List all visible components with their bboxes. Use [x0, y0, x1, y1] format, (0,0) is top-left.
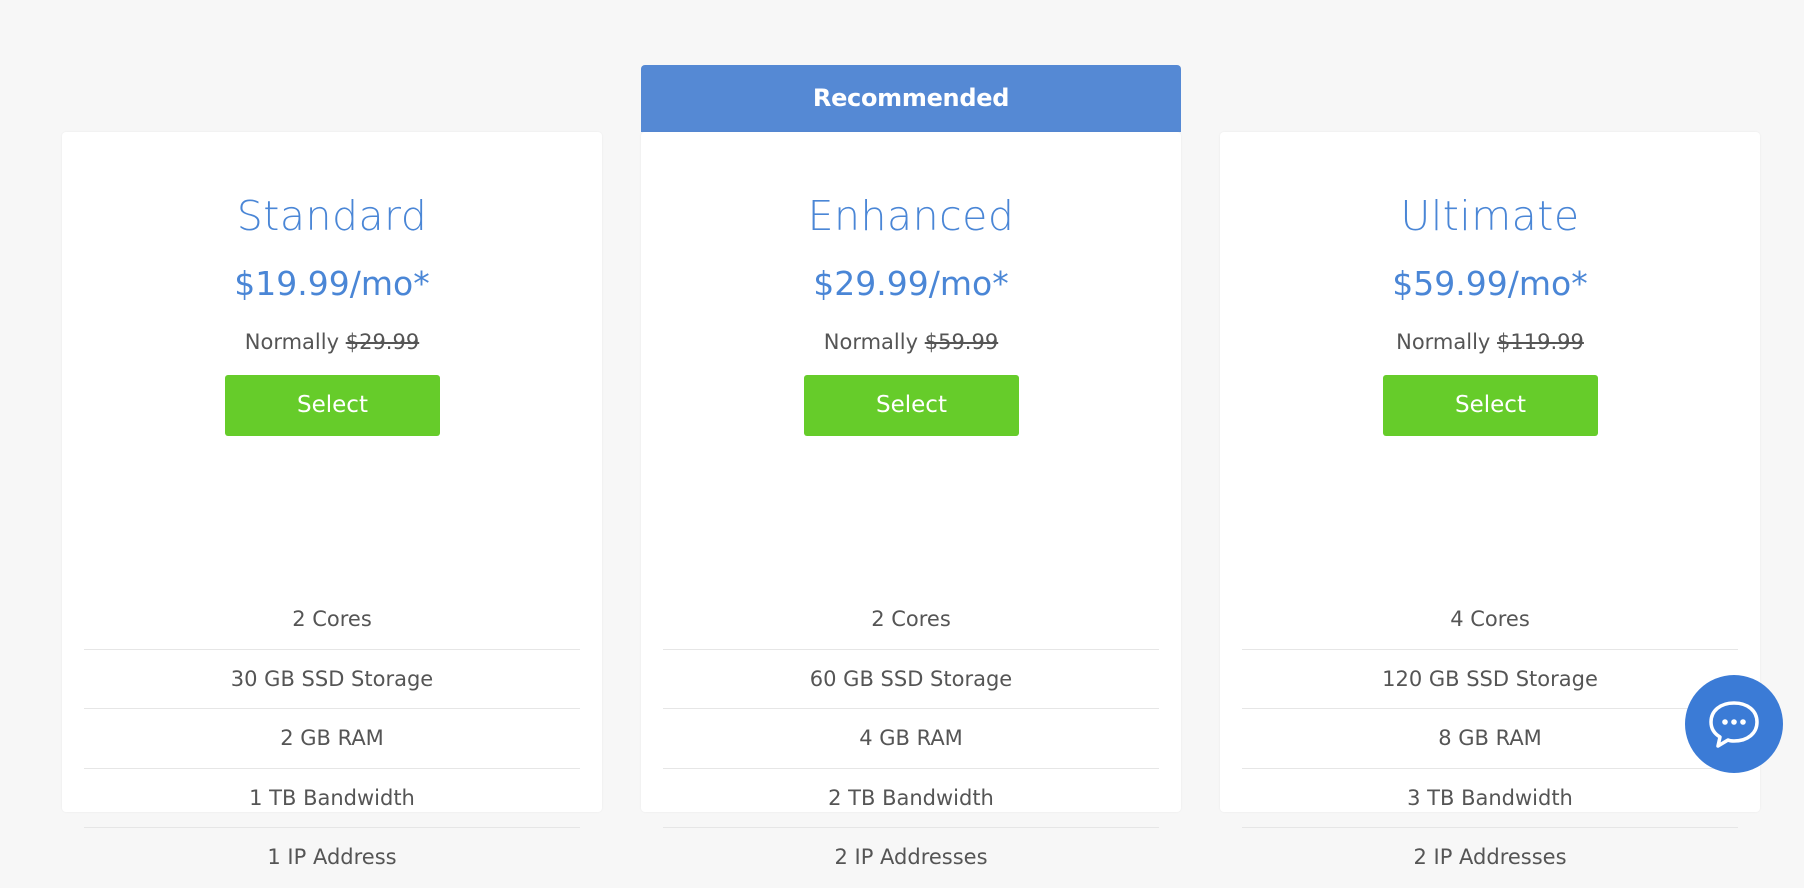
- plan-price: $19.99/mo*: [234, 264, 430, 303]
- feature-item: 2 IP Addresses: [1413, 845, 1567, 869]
- feature-list: 4 Cores 120 GB SSD Storage 8 GB RAM 3 TB…: [1242, 590, 1738, 888]
- feature-item: 2 GB RAM: [84, 709, 580, 769]
- chat-button[interactable]: [1685, 675, 1783, 773]
- feature-item: 60 GB SSD Storage: [663, 650, 1159, 709]
- plan-card-ultimate: Ultimate $59.99/mo* Normally $119.99 Sel…: [1220, 132, 1760, 869]
- recommended-banner: Recommended: [641, 65, 1181, 132]
- feature-item: 2 IP Addresses: [834, 845, 988, 869]
- plan-card-enhanced: Enhanced $29.99/mo* Normally $59.99 Sele…: [641, 132, 1181, 869]
- feature-item: 120 GB SSD Storage: [1242, 650, 1738, 709]
- plan-price: $59.99/mo*: [1392, 264, 1588, 303]
- plan-name: Standard: [236, 192, 428, 240]
- chat-bubble-icon: [1709, 701, 1759, 748]
- plan-card-standard: Standard $19.99/mo* Normally $29.99 Sele…: [62, 132, 602, 869]
- feature-item: 3 TB Bandwidth: [1242, 769, 1738, 828]
- feature-item: 1 IP Address: [267, 845, 397, 869]
- plan-normal-price: Normally $59.99: [641, 330, 1181, 354]
- feature-item: 30 GB SSD Storage: [84, 650, 580, 709]
- feature-item: 4 GB RAM: [663, 709, 1159, 769]
- feature-item: 2 TB Bandwidth: [663, 769, 1159, 828]
- pricing-plans: Recommended Standard $19.99/mo* Normally…: [0, 0, 1804, 869]
- select-button[interactable]: Select: [804, 375, 1019, 436]
- plan-price: $29.99/mo*: [813, 264, 1009, 303]
- feature-list: 2 Cores 60 GB SSD Storage 4 GB RAM 2 TB …: [663, 590, 1159, 888]
- feature-item: 2 Cores: [84, 590, 580, 650]
- plan-name: Ultimate: [1400, 192, 1580, 240]
- feature-item: 4 Cores: [1242, 590, 1738, 650]
- feature-item: 1 TB Bandwidth: [84, 769, 580, 828]
- normally-label: Normally: [244, 330, 340, 354]
- plan-normal-price: Normally $119.99: [1220, 330, 1760, 354]
- original-price: $119.99: [1497, 330, 1584, 354]
- feature-item: 2 Cores: [663, 590, 1159, 650]
- feature-item: 8 GB RAM: [1242, 709, 1738, 769]
- normally-label: Normally: [1396, 330, 1491, 354]
- plan-name: Enhanced: [807, 192, 1015, 240]
- feature-list: 2 Cores 30 GB SSD Storage 2 GB RAM 1 TB …: [84, 590, 580, 888]
- normally-label: Normally: [823, 330, 919, 354]
- select-button[interactable]: Select: [1383, 375, 1598, 436]
- select-button[interactable]: Select: [225, 375, 440, 436]
- plan-normal-price: Normally $29.99: [62, 330, 602, 354]
- original-price: $29.99: [345, 330, 420, 354]
- original-price: $59.99: [924, 330, 999, 354]
